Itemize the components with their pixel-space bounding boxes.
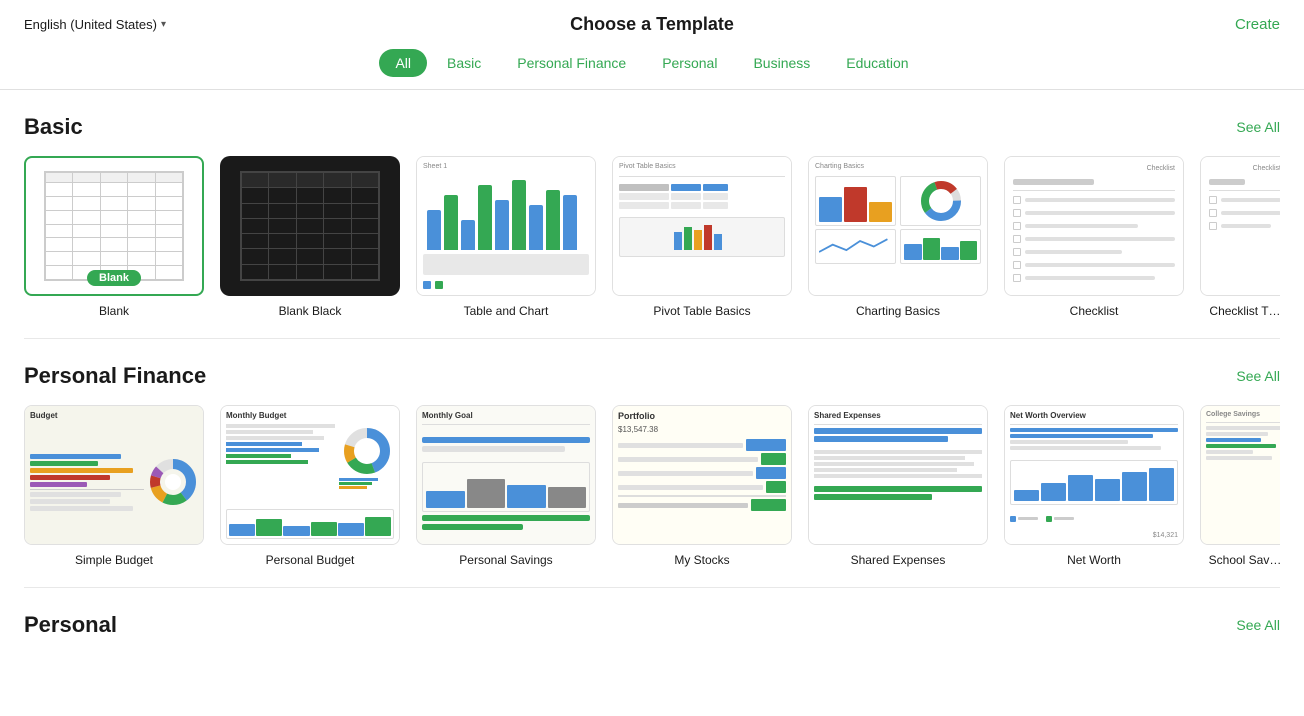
chevron-down-icon: ▾ [161,19,166,30]
basic-section-title: Basic [24,114,83,140]
template-shared-expenses-label: Shared Expenses [851,553,946,567]
template-pivot-label: Pivot Table Basics [653,304,750,318]
blank-grid [44,171,184,281]
chart-table [423,254,589,275]
personal-savings-content: Monthly Goal [417,406,595,544]
chart-content: Sheet 1 [417,157,595,295]
simple-budget-content: Budget [25,406,203,544]
charting-content: Charting Basics [809,157,987,295]
charting-layout [815,176,981,289]
template-checklist-2[interactable]: Checklist [1200,156,1280,318]
personal-finance-see-all[interactable]: See All [1236,368,1280,384]
blank-badge: Blank [87,270,141,286]
page-title: Choose a Template [570,14,734,35]
tab-personal[interactable]: Personal [646,49,733,77]
template-simple-budget-thumb: Budget [24,405,204,545]
template-net-worth-label: Net Worth [1067,553,1121,567]
pivot-rows [619,184,785,289]
personal-section-header: Personal See All [24,612,1280,638]
bar-chart [423,176,589,250]
template-school-savings[interactable]: College Savings School Sav… [1200,405,1280,567]
tab-business[interactable]: Business [737,49,826,77]
template-charting-thumb: Charting Basics [808,156,988,296]
checklist-content: Checklist [1005,157,1183,295]
template-blank-black-thumb [220,156,400,296]
tab-all[interactable]: All [379,49,427,77]
template-checklist[interactable]: Checklist [1004,156,1184,318]
tab-basic[interactable]: Basic [431,49,497,77]
template-charting-label: Charting Basics [856,304,940,318]
chart-legend [423,281,589,289]
template-checklist-thumb: Checklist [1004,156,1184,296]
create-button[interactable]: Create [1235,16,1280,33]
language-selector[interactable]: English (United States) ▾ [24,17,166,32]
blank-black-grid [240,171,380,281]
template-school-savings-thumb: College Savings [1200,405,1280,545]
template-table-chart-label: Table and Chart [464,304,549,318]
basic-template-row: Blank Blank [24,156,1280,318]
template-table-chart-thumb: Sheet 1 [416,156,596,296]
template-simple-budget[interactable]: Budget [24,405,204,567]
template-charting[interactable]: Charting Basics [808,156,988,318]
template-my-stocks-label: My Stocks [674,553,729,567]
section-divider-1 [24,338,1280,339]
basic-see-all[interactable]: See All [1236,119,1280,135]
personal-finance-header: Personal Finance See All [24,363,1280,389]
template-personal-budget-thumb: Monthly Budget [220,405,400,545]
personal-section-title: Personal [24,612,117,638]
pivot-content: Pivot Table Basics [613,157,791,295]
personal-finance-title: Personal Finance [24,363,206,389]
section-divider-2 [24,587,1280,588]
checklist-2-content: Checklist [1201,157,1280,295]
template-blank[interactable]: Blank Blank [24,156,204,318]
template-blank-black-label: Blank Black [279,304,342,318]
template-blank-thumb: Blank [24,156,204,296]
main-content: Basic See All [0,90,1304,678]
school-savings-content: College Savings [1201,406,1280,544]
template-personal-budget[interactable]: Monthly Budget [220,405,400,567]
template-shared-expenses-thumb: Shared Expenses [808,405,988,545]
template-pivot[interactable]: Pivot Table Basics [612,156,792,318]
template-checklist-2-label: Checklist T… [1209,304,1280,318]
personal-finance-row: Budget [24,405,1280,567]
personal-finance-section: Personal Finance See All Budget [24,363,1280,567]
basic-section-header: Basic See All [24,114,1280,140]
tab-personal-finance[interactable]: Personal Finance [501,49,642,77]
tab-education[interactable]: Education [830,49,924,77]
template-personal-savings-label: Personal Savings [459,553,552,567]
template-my-stocks[interactable]: Portfolio $13,547.38 [612,405,792,567]
template-personal-savings-thumb: Monthly Goal [416,405,596,545]
template-checklist-label: Checklist [1070,304,1119,318]
my-stocks-content: Portfolio $13,547.38 [613,406,791,544]
template-pivot-thumb: Pivot Table Basics [612,156,792,296]
template-blank-label: Blank [99,304,129,318]
template-table-chart[interactable]: Sheet 1 [416,156,596,318]
template-personal-savings[interactable]: Monthly Goal [416,405,596,567]
template-checklist-2-thumb: Checklist [1200,156,1280,296]
template-blank-black[interactable]: Blank Black [220,156,400,318]
template-personal-budget-label: Personal Budget [266,553,355,567]
basic-section: Basic See All [24,114,1280,318]
template-simple-budget-label: Simple Budget [75,553,153,567]
personal-section: Personal See All [24,612,1280,638]
template-school-savings-label: School Sav… [1209,553,1280,567]
net-worth-content: Net Worth Overview [1005,406,1183,544]
personal-see-all[interactable]: See All [1236,617,1280,633]
shared-expenses-content: Shared Expenses [809,406,987,544]
template-net-worth[interactable]: Net Worth Overview [1004,405,1184,567]
language-label: English (United States) [24,17,157,32]
personal-budget-content: Monthly Budget [221,406,399,544]
template-net-worth-thumb: Net Worth Overview [1004,405,1184,545]
template-my-stocks-thumb: Portfolio $13,547.38 [612,405,792,545]
category-tabs: All Basic Personal Finance Personal Busi… [0,41,1304,90]
template-shared-expenses[interactable]: Shared Expenses [808,405,988,567]
